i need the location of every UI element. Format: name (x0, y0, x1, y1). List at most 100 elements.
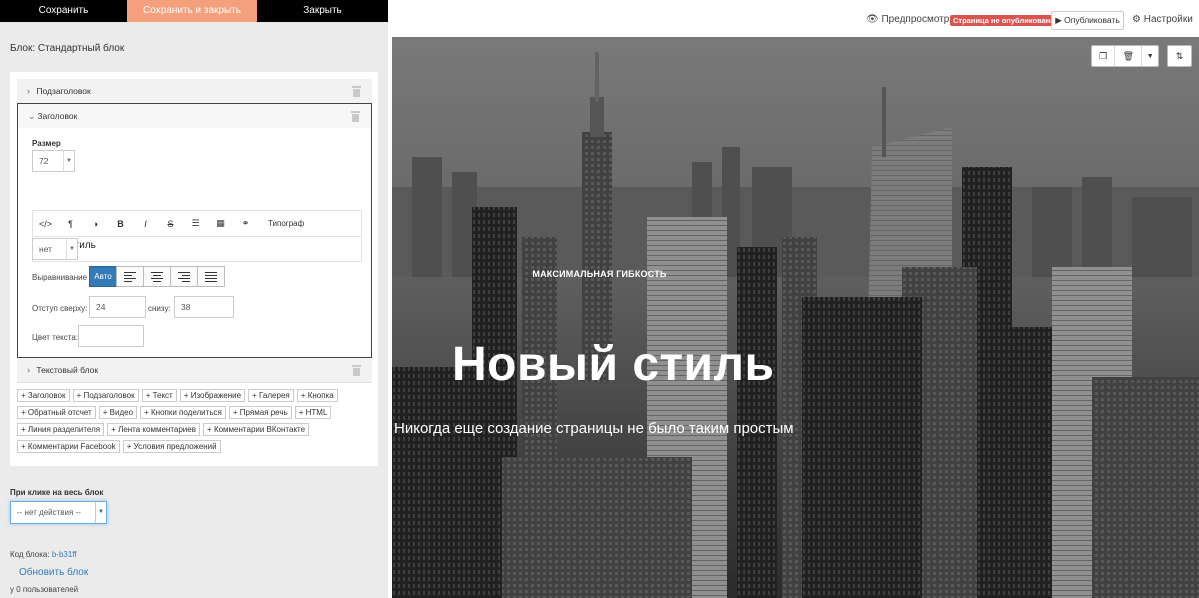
add-image-button[interactable]: + Изображение (179, 389, 246, 402)
publish-label: Опубликовать (1064, 15, 1120, 25)
align-justify-icon[interactable] (197, 266, 225, 287)
trash-icon[interactable] (351, 111, 360, 122)
chevron-down-icon: ⌄ (28, 111, 36, 121)
bold-icon[interactable]: B (108, 219, 133, 229)
link-icon[interactable]: ⚭ (233, 218, 258, 229)
settings-link[interactable]: ⚙ Настройки (1132, 14, 1193, 25)
add-button-button[interactable]: + Кнопка (296, 389, 338, 402)
play-icon: ▶ (1055, 15, 1062, 25)
preview-link[interactable]: 👁 Предпросмотр (866, 14, 949, 25)
rich-text-toolbar: </> ¶ ◑ B I S ☰ ▦ ⚭ Типограф (32, 210, 362, 236)
heading-text-editor[interactable]: Новый стиль (32, 236, 362, 262)
block-title: Блок: Стандартный блок (10, 43, 125, 54)
align-left-icon[interactable] (116, 266, 144, 287)
eye-icon: 👁 (866, 14, 879, 25)
paragraph-icon[interactable]: ¶ (58, 219, 83, 229)
add-divider-button[interactable]: + Линия разделителя (17, 423, 105, 436)
page-preview: 👁 Предпросмотр Страница не опубликована … (388, 0, 1199, 598)
padding-top-label: Отступ сверху: (32, 304, 88, 313)
style-value: нет (39, 244, 53, 254)
add-text-button[interactable]: + Текст (141, 389, 177, 402)
add-html-button[interactable]: + HTML (294, 406, 332, 419)
add-heading-button[interactable]: + Заголовок (17, 389, 70, 402)
code-view-icon[interactable]: </> (33, 219, 58, 229)
close-button[interactable]: Закрыть (257, 0, 388, 22)
table-icon[interactable]: ▦ (208, 218, 233, 229)
align-auto-button[interactable]: Авто (89, 266, 117, 287)
hero-block[interactable]: ❐ 🗑 ▼ ⇅ МАКСИМАЛЬНАЯ ГИБКОСТЬ Новый стил… (392, 37, 1199, 598)
color-icon[interactable]: ◑ (83, 219, 108, 229)
block-code-label: Код блока: (10, 550, 50, 559)
add-video-button[interactable]: + Видео (98, 406, 138, 419)
gear-icon: ⚙ (1132, 14, 1141, 25)
onclick-label: При клике на весь блок (10, 488, 104, 497)
preview-label: Предпросмотр (881, 14, 950, 25)
trash-icon[interactable]: 🗑 (1115, 46, 1143, 66)
caret-down-icon[interactable]: ▼ (1142, 46, 1158, 66)
add-comments-feed-button[interactable]: + Лента комментариев (107, 423, 200, 436)
section-text-block-label: Текстовый блок (36, 365, 99, 375)
align-button-group: Авто (89, 266, 225, 287)
add-vk-comments-button[interactable]: + Комментарии ВКонтакте (203, 423, 310, 436)
hero-background-image (392, 37, 1199, 598)
block-settings-panel: › Подзаголовок ⌄ Заголовок Размер 72 ▼ <… (10, 72, 378, 466)
caret-down-icon: ▼ (66, 239, 77, 259)
onclick-action-value: -- нет действия -- (17, 508, 81, 517)
publish-button[interactable]: ▶ Опубликовать (1051, 11, 1124, 30)
chevron-right-icon: › (27, 86, 30, 96)
caret-down-icon: ▼ (63, 151, 74, 171)
text-color-input[interactable] (78, 325, 144, 347)
block-code: Код блока: b-b31ff (10, 550, 77, 559)
style-select[interactable]: нет ▼ (32, 238, 78, 260)
add-offer-terms-button[interactable]: + Условия предложений (122, 440, 221, 453)
add-subtitle-button[interactable]: + Подзаголовок (72, 389, 139, 402)
settings-label: Настройки (1143, 14, 1193, 25)
trash-icon[interactable] (352, 365, 361, 376)
block-move-tools: ⇅ (1167, 45, 1192, 67)
save-button[interactable]: Сохранить (0, 0, 127, 22)
add-share-buttons-button[interactable]: + Кнопки поделиться (140, 406, 226, 419)
size-select[interactable]: 72 ▼ (32, 150, 75, 172)
strikethrough-icon[interactable]: S (158, 219, 183, 229)
section-subtitle-header[interactable]: › Подзаголовок (17, 79, 372, 103)
padding-bottom-label: снизу: (148, 304, 171, 313)
list-icon[interactable]: ☰ (183, 218, 208, 229)
section-text-block[interactable]: › Текстовый блок (17, 358, 372, 383)
caret-down-icon: ▼ (95, 502, 106, 523)
block-tools: ❐ 🗑 ▼ (1091, 45, 1159, 67)
add-gallery-button[interactable]: + Галерея (248, 389, 294, 402)
section-heading-header[interactable]: ⌄ Заголовок (18, 104, 371, 128)
size-label: Размер (32, 139, 61, 148)
section-heading: ⌄ Заголовок Размер 72 ▼ </> ¶ ◑ B I S ☰ … (17, 103, 372, 358)
hero-title: Новый стиль (452, 338, 775, 391)
editor-panel: Сохранить Сохранить и закрыть Закрыть Бл… (0, 0, 388, 598)
status-badge: Страница не опубликована (950, 15, 1058, 26)
add-element-list: + Заголовок + Подзаголовок + Текст + Изо… (17, 389, 372, 457)
editor-topbar: Сохранить Сохранить и закрыть Закрыть (0, 0, 388, 22)
users-count: у 0 пользователей (10, 585, 79, 594)
hero-kicker: МАКСИМАЛЬНАЯ ГИБКОСТЬ (532, 269, 667, 279)
refresh-block-link[interactable]: Обновить блок (19, 567, 88, 578)
align-center-icon[interactable] (143, 266, 171, 287)
onclick-action-select[interactable]: -- нет действия -- ▼ (10, 501, 107, 524)
size-value: 72 (39, 156, 49, 166)
add-facebook-comments-button[interactable]: + Комментарии Facebook (17, 440, 120, 453)
typograph-button[interactable]: Типограф (268, 219, 304, 228)
section-text-block-header[interactable]: › Текстовый блок (17, 358, 372, 382)
text-color-label: Цвет текста: (32, 333, 79, 342)
sort-arrows-icon[interactable]: ⇅ (1168, 46, 1191, 66)
italic-icon[interactable]: I (133, 219, 158, 229)
hero-subtitle: Никогда еще создание страницы не было та… (394, 420, 794, 437)
section-subtitle[interactable]: › Подзаголовок (17, 79, 372, 104)
padding-bottom-input[interactable]: 38 (174, 296, 234, 318)
padding-top-input[interactable]: 24 (89, 296, 146, 318)
add-countdown-button[interactable]: + Обратный отсчет (17, 406, 96, 419)
chevron-right-icon: › (27, 365, 30, 375)
save-and-close-button[interactable]: Сохранить и закрыть (127, 0, 257, 22)
add-quote-button[interactable]: + Прямая речь (228, 406, 292, 419)
align-right-icon[interactable] (170, 266, 198, 287)
trash-icon[interactable] (352, 86, 361, 97)
copy-icon[interactable]: ❐ (1092, 46, 1116, 66)
preview-topnav: 👁 Предпросмотр Страница не опубликована … (388, 0, 1199, 37)
block-code-value: b-b31ff (51, 550, 77, 559)
